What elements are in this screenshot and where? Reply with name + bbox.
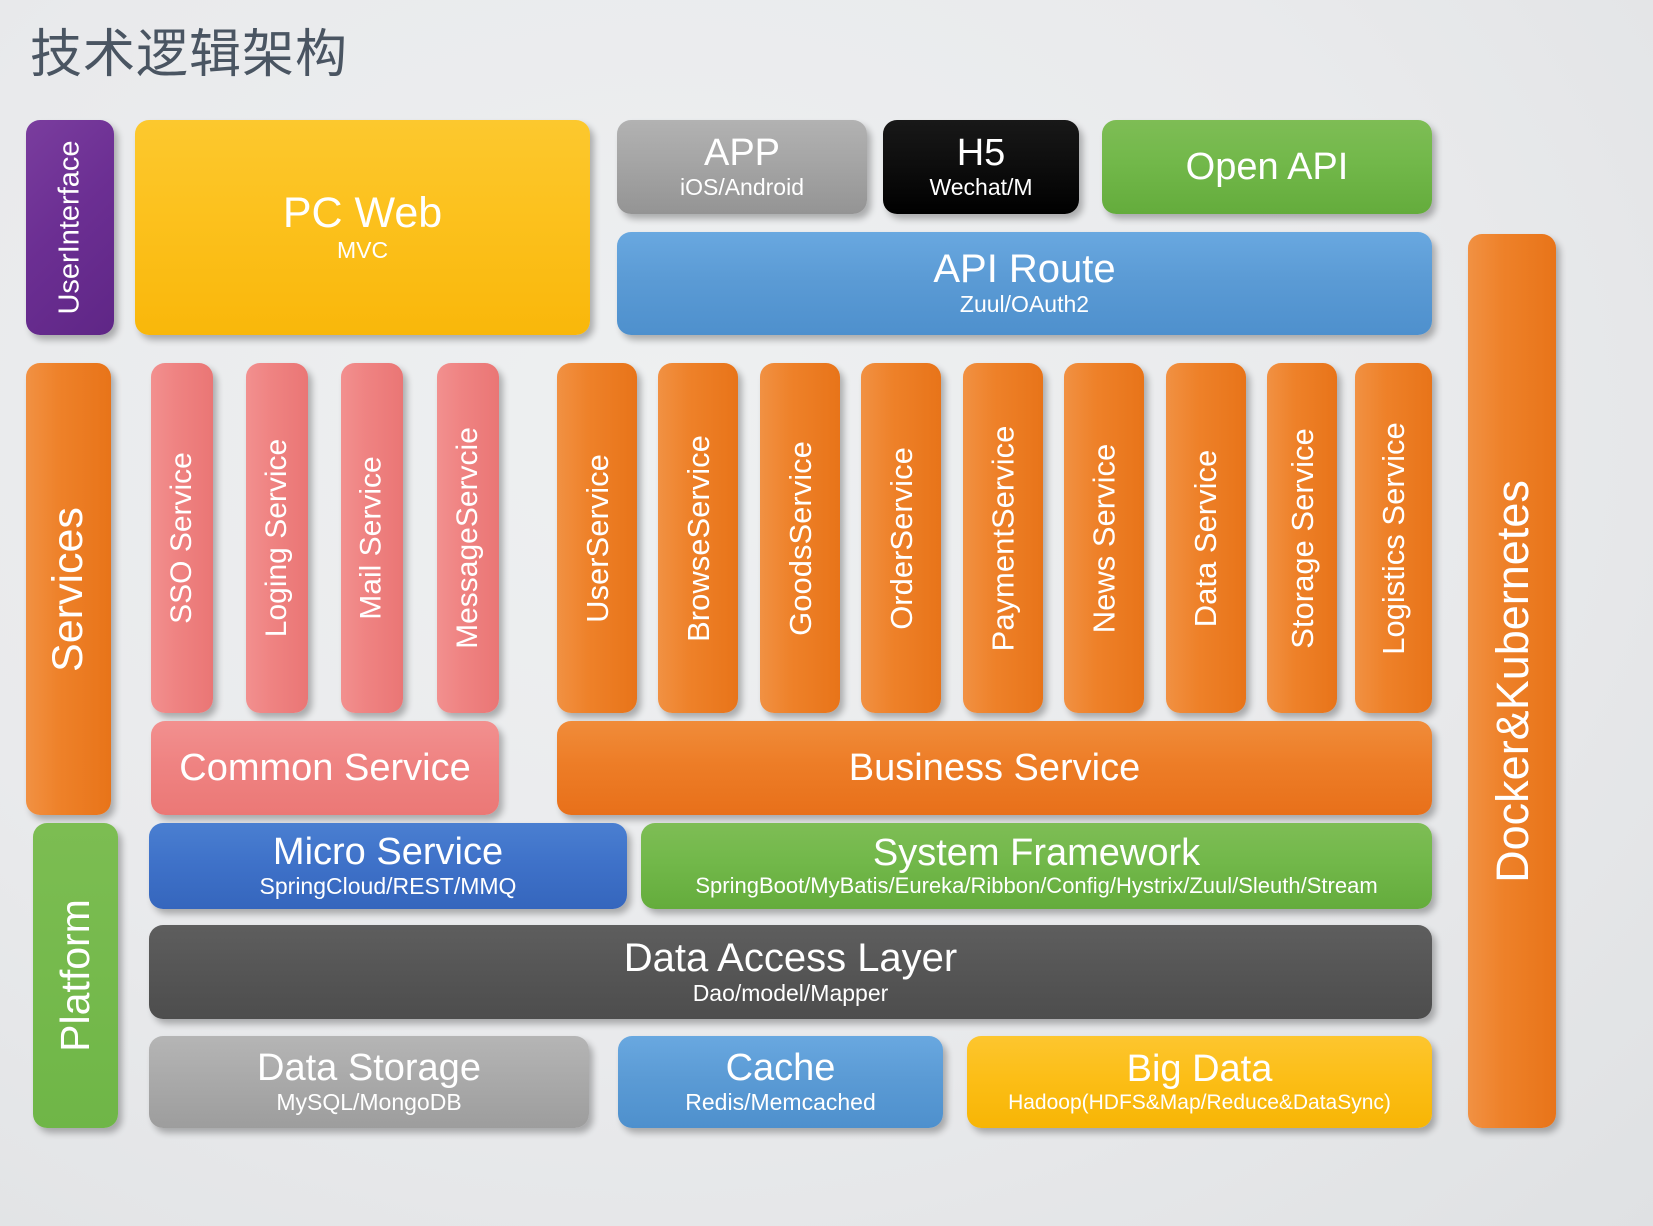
common-service-group-label: Common Service [179, 746, 471, 789]
layer-infrastructure-label: Docker&Kubernetes [1486, 479, 1538, 883]
channel-open-api-title: Open API [1185, 145, 1349, 188]
business-service-data-label: Data Service [1188, 449, 1224, 627]
business-service-group[interactable]: Business Service [557, 721, 1432, 815]
common-service-mail[interactable]: Mail Service [341, 363, 403, 713]
platform-big-data[interactable]: Big Data Hadoop(HDFS&Map/Reduce&DataSync… [967, 1036, 1432, 1128]
platform-system-framework-subtitle: SpringBoot/MyBatis/Eureka/Ribbon/Config/… [695, 873, 1378, 899]
business-service-data[interactable]: Data Service [1166, 363, 1246, 713]
layer-services[interactable]: Services [26, 363, 111, 815]
common-service-message[interactable]: MessageServcie [437, 363, 499, 713]
business-service-payment-label: PaymentService [985, 425, 1021, 651]
api-route-subtitle: Zuul/OAuth2 [959, 291, 1090, 318]
common-service-loging[interactable]: Loging Service [246, 363, 308, 713]
business-service-storage[interactable]: Storage Service [1267, 363, 1337, 713]
platform-micro-service-title: Micro Service [272, 830, 504, 873]
channel-pc-web-subtitle: MVC [336, 236, 389, 263]
architecture-diagram: 技术逻辑架构 UserInterface PC Web MVC APP iOS/… [0, 0, 1653, 1226]
api-route-title: API Route [933, 247, 1116, 292]
business-service-logistics-label: Logistics Service [1376, 421, 1411, 655]
layer-user-interface-label: UserInterface [53, 140, 86, 315]
platform-big-data-subtitle: Hadoop(HDFS&Map/Reduce&DataSync) [1008, 1090, 1391, 1114]
business-service-browse-label: BrowseService [680, 434, 716, 642]
business-service-goods-label: GoodsService [782, 440, 818, 636]
channel-pc-web-title: PC Web [282, 188, 443, 237]
page-title: 技术逻辑架构 [30, 25, 349, 85]
layer-platform[interactable]: Platform [33, 823, 118, 1128]
common-service-group[interactable]: Common Service [151, 721, 499, 815]
common-service-loging-label: Loging Service [260, 438, 293, 638]
common-service-sso[interactable]: SSO Service [151, 363, 213, 713]
platform-data-storage-subtitle: MySQL/MongoDB [276, 1088, 462, 1115]
common-service-sso-label: SSO Service [165, 452, 199, 624]
channel-app[interactable]: APP iOS/Android [617, 120, 867, 214]
platform-system-framework-title: System Framework [872, 831, 1201, 874]
layer-infrastructure[interactable]: Docker&Kubernetes [1468, 234, 1556, 1128]
business-service-order-label: OrderService [883, 446, 919, 630]
layer-user-interface[interactable]: UserInterface [26, 120, 114, 335]
business-service-news-label: News Service [1086, 443, 1122, 633]
platform-system-framework[interactable]: System Framework SpringBoot/MyBatis/Eure… [641, 823, 1432, 909]
platform-big-data-title: Big Data [1126, 1048, 1273, 1091]
business-service-user[interactable]: UserService [557, 363, 637, 713]
common-service-message-label: MessageServcie [451, 427, 485, 649]
channel-h5-subtitle: Wechat/M [929, 173, 1033, 200]
channel-pc-web[interactable]: PC Web MVC [135, 120, 590, 335]
platform-micro-service[interactable]: Micro Service SpringCloud/REST/MMQ [149, 823, 627, 909]
business-service-news[interactable]: News Service [1064, 363, 1144, 713]
channel-app-title: APP [703, 131, 781, 174]
common-service-mail-label: Mail Service [355, 456, 388, 620]
platform-cache-subtitle: Redis/Memcached [685, 1088, 876, 1115]
channel-app-subtitle: iOS/Android [679, 173, 804, 200]
platform-cache-title: Cache [725, 1046, 836, 1089]
layer-services-label: Services [44, 506, 93, 672]
channel-h5-title: H5 [956, 131, 1006, 174]
api-route[interactable]: API Route Zuul/OAuth2 [617, 232, 1432, 335]
business-service-user-label: UserService [579, 453, 615, 623]
business-service-storage-label: Storage Service [1284, 427, 1320, 649]
channel-h5[interactable]: H5 Wechat/M [883, 120, 1079, 214]
business-service-browse[interactable]: BrowseService [658, 363, 738, 713]
business-service-logistics[interactable]: Logistics Service [1355, 363, 1432, 713]
layer-platform-label: Platform [52, 899, 98, 1052]
platform-micro-service-subtitle: SpringCloud/REST/MMQ [259, 872, 517, 899]
platform-data-access-layer[interactable]: Data Access Layer Dao/model/Mapper [149, 925, 1432, 1019]
channel-open-api[interactable]: Open API [1102, 120, 1432, 214]
platform-data-storage[interactable]: Data Storage MySQL/MongoDB [149, 1036, 589, 1128]
business-service-goods[interactable]: GoodsService [760, 363, 840, 713]
platform-data-access-layer-subtitle: Dao/model/Mapper [692, 979, 889, 1006]
platform-data-storage-title: Data Storage [257, 1046, 481, 1089]
business-service-order[interactable]: OrderService [861, 363, 941, 713]
business-service-payment[interactable]: PaymentService [963, 363, 1043, 713]
business-service-group-label: Business Service [848, 746, 1141, 789]
platform-data-access-layer-title: Data Access Layer [623, 935, 958, 980]
platform-cache[interactable]: Cache Redis/Memcached [618, 1036, 943, 1128]
